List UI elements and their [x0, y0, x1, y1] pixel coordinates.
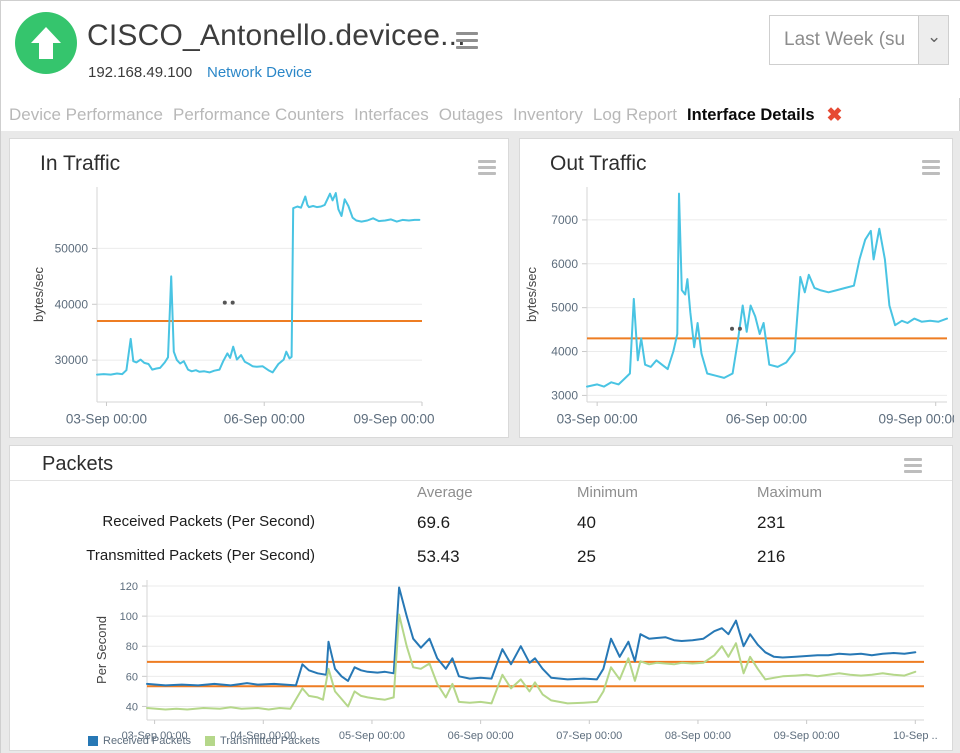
tab-interface-details[interactable]: Interface Details: [687, 106, 814, 125]
tab-log-report[interactable]: Log Report: [593, 105, 677, 125]
panel-title: In Traffic: [40, 152, 120, 176]
cell-average: 69.6: [417, 513, 450, 533]
table-row-received-packets-per-second: Received Packets (Per Second) 69.6 40 231: [10, 513, 952, 535]
x-tick-label: 09-Sep 00:00: [878, 412, 954, 427]
series-line-in-traffic: [97, 193, 419, 375]
out-traffic-chart[interactable]: 3000 4000 5000 6000 7000 03-Sep 00:00 06-Sep 0…: [520, 139, 954, 439]
x-tick-label: 07-Sep 00:00: [556, 730, 622, 742]
out-traffic-panel: 3000 4000 5000 6000 7000 03-Sep 00:00 06-Sep 0…: [519, 138, 953, 438]
series-line-out-traffic: [587, 194, 947, 387]
x-tick-label: 06-Sep 00:00: [224, 412, 305, 427]
x-tick-label: 06-Sep 00:00: [448, 730, 514, 742]
column-header-minimum: Minimum: [577, 484, 638, 501]
series-line-received-packets: [147, 588, 915, 686]
legend-item-received-packets: Received Packets: [88, 735, 191, 747]
device-snapshot-page: { "header": { "title": "CISCO_Antonello.…: [0, 0, 960, 753]
tab-inventory[interactable]: Inventory: [513, 105, 583, 125]
y-tick-label: 80: [126, 641, 138, 653]
time-range-value: Last Week (su: [784, 16, 914, 64]
marker-dot: [738, 327, 742, 331]
column-header-average: Average: [417, 484, 473, 501]
close-icon[interactable]: ✖: [827, 104, 843, 127]
x-tick-label: 06-Sep 00:00: [726, 412, 807, 427]
header-menu-icon[interactable]: [456, 32, 478, 53]
y-tick-label: 7000: [551, 213, 578, 227]
y-tick-label: 40000: [55, 297, 89, 311]
y-tick-label: 50000: [55, 241, 89, 255]
y-tick-label: 100: [120, 611, 138, 623]
x-tick-label: 03-Sep 00:00: [557, 412, 638, 427]
row-label: Received Packets (Per Second): [55, 513, 315, 530]
in-traffic-panel: 30000 40000 50000 03-Sep 00:00 06-Sep 00:00 0…: [9, 138, 509, 438]
y-tick-label: 40: [126, 701, 138, 713]
panel-menu-icon[interactable]: [922, 160, 940, 178]
device-title: CISCO_Antonello.devicee...: [87, 19, 466, 53]
y-tick-label: 6000: [551, 257, 578, 271]
cell-minimum: 25: [577, 547, 596, 567]
y-tick-label: 60: [126, 671, 138, 683]
marker-dot: [231, 301, 235, 305]
chevron-down-icon: ⌄: [927, 27, 941, 47]
cell-minimum: 40: [577, 513, 596, 533]
x-tick-label: 05-Sep 00:00: [339, 730, 405, 742]
device-ip: 192.168.49.100: [88, 64, 192, 81]
y-tick-label: 5000: [551, 301, 578, 315]
device-status-icon: [15, 12, 77, 74]
select-arrow-box: ⌄: [918, 16, 948, 64]
x-tick-label: 09-Sep 00:00: [774, 730, 840, 742]
up-arrow-icon: [30, 26, 62, 60]
cell-maximum: 231: [757, 513, 785, 533]
x-tick-label: 10-Sep ..: [893, 730, 938, 742]
y-tick-label: 30000: [55, 353, 89, 367]
marker-dot: [223, 301, 227, 305]
packets-panel: 40608010012003-Sep 00:0004-Sep 00:0005-S…: [9, 445, 953, 751]
marker-dot: [730, 327, 734, 331]
time-range-select[interactable]: Last Week (su ⌄: [769, 15, 949, 65]
chart-legend: Received Packets Transmitted Packets: [88, 735, 320, 747]
y-axis-title: bytes/sec: [31, 267, 46, 322]
tab-interfaces[interactable]: Interfaces: [354, 105, 429, 125]
y-tick-label: 3000: [551, 388, 578, 402]
column-header-maximum: Maximum: [757, 484, 822, 501]
legend-swatch-transmitted-packets: [205, 736, 215, 746]
device-header: CISCO_Antonello.devicee... 192.168.49.10…: [1, 1, 960, 98]
panel-title: Packets: [42, 453, 113, 476]
device-type-link[interactable]: Network Device: [207, 64, 312, 81]
tab-outages[interactable]: Outages: [439, 105, 503, 125]
y-axis-title: bytes/sec: [524, 267, 539, 322]
packets-table-header: Average Minimum Maximum: [10, 484, 952, 504]
panel-menu-icon[interactable]: [904, 458, 922, 476]
row-label: Transmitted Packets (Per Second): [55, 547, 315, 564]
tab-bar: Device Performance Performance Counters In…: [9, 100, 960, 130]
legend-item-transmitted-packets: Transmitted Packets: [205, 735, 320, 747]
cell-maximum: 216: [757, 547, 785, 567]
table-row-transmitted-packets-per-second: Transmitted Packets (Per Second) 53.43 25 2…: [10, 547, 952, 569]
x-tick-label: 03-Sep 00:00: [66, 412, 147, 427]
x-tick-label: 08-Sep 00:00: [665, 730, 731, 742]
panel-menu-icon[interactable]: [478, 160, 496, 178]
panel-title: Out Traffic: [550, 152, 646, 176]
y-axis-title: Per Second: [94, 616, 109, 684]
tab-device-performance[interactable]: Device Performance: [9, 105, 163, 125]
y-tick-label: 4000: [551, 345, 578, 359]
y-tick-label: 120: [120, 581, 138, 593]
legend-label: Received Packets: [103, 735, 191, 747]
cell-average: 53.43: [417, 547, 460, 567]
x-tick-label: 09-Sep 00:00: [353, 412, 434, 427]
legend-swatch-received-packets: [88, 736, 98, 746]
in-traffic-chart[interactable]: 30000 40000 50000 03-Sep 00:00 06-Sep 00:00 0…: [10, 139, 510, 439]
tab-performance-counters[interactable]: Performance Counters: [173, 105, 344, 125]
legend-label: Transmitted Packets: [220, 735, 320, 747]
panel-divider: [10, 480, 952, 481]
